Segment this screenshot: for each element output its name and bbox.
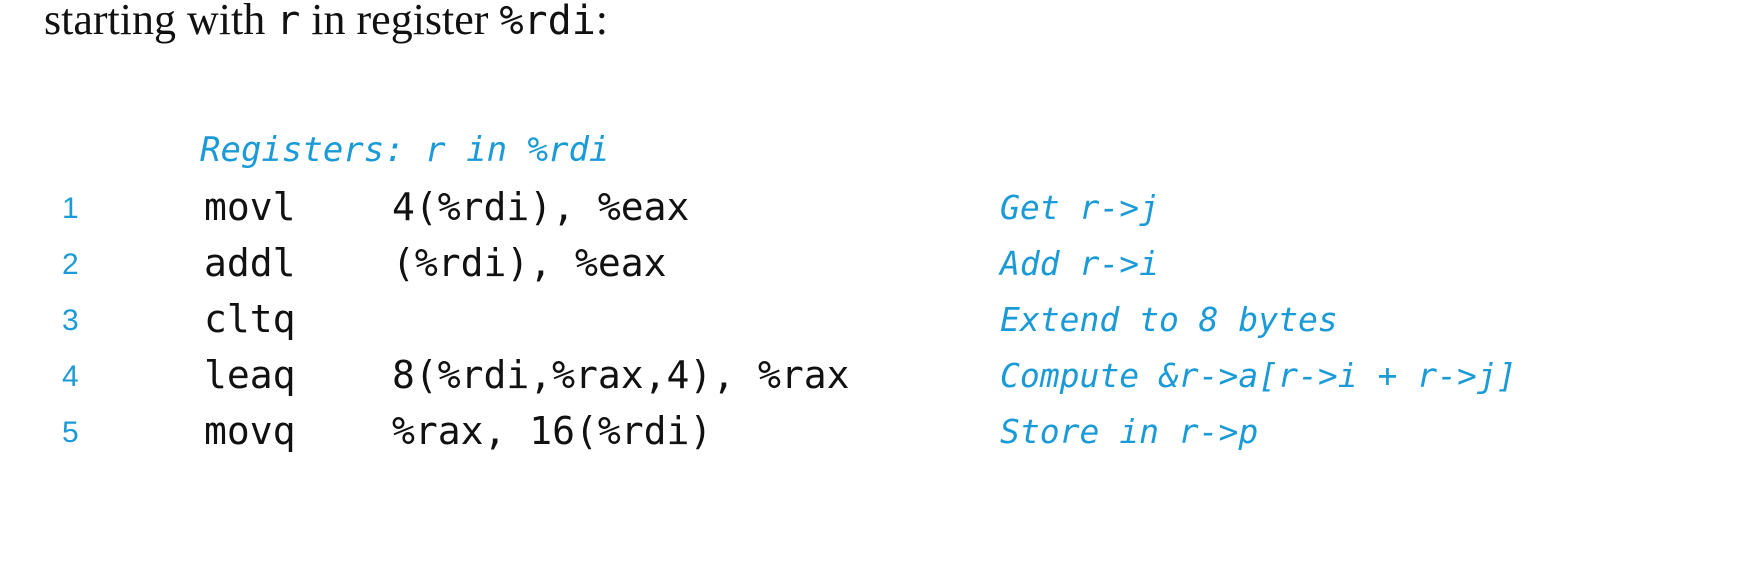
assembly-listing: Registers: r in %rdi 1 movl 4(%rdi), %ea… — [0, 0, 1754, 562]
opcode: addl — [204, 241, 296, 285]
line-number: 3 — [62, 304, 79, 337]
opcode: leaq — [204, 353, 296, 397]
opcode: cltq — [204, 297, 296, 341]
code-line: 5 movq %rax, 16(%rdi) Store in r->p — [0, 407, 1754, 463]
line-comment: Add r->i — [1000, 244, 1159, 283]
line-comment: Get r->j — [1000, 188, 1159, 227]
line-comment: Extend to 8 bytes — [1000, 300, 1338, 339]
line-number: 1 — [62, 192, 79, 225]
code-line: 3 cltq Extend to 8 bytes — [0, 295, 1754, 351]
line-comment: Store in r->p — [1000, 412, 1259, 451]
opcode: movl — [204, 185, 296, 229]
code-line: 1 movl 4(%rdi), %eax Get r->j — [0, 183, 1754, 239]
operands: %rax, 16(%rdi) — [392, 409, 713, 453]
opcode: movq — [204, 409, 296, 453]
line-number: 2 — [62, 248, 79, 281]
operands: 4(%rdi), %eax — [392, 185, 690, 229]
operands: (%rdi), %eax — [392, 241, 667, 285]
operands: 8(%rdi,%rax,4), %rax — [392, 353, 850, 397]
register-comment: Registers: r in %rdi — [200, 130, 610, 170]
code-line: 2 addl (%rdi), %eax Add r->i — [0, 239, 1754, 295]
line-number: 5 — [62, 416, 79, 449]
code-line: 4 leaq 8(%rdi,%rax,4), %rax Compute &r->… — [0, 351, 1754, 407]
line-comment: Compute &r->a[r->i + r->j] — [1000, 356, 1517, 395]
line-number: 4 — [62, 360, 79, 393]
